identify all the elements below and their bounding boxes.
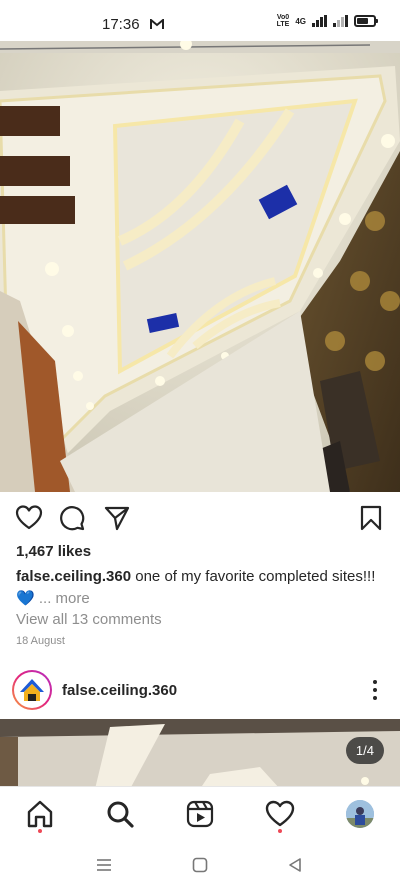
send-icon[interactable] [103,504,131,532]
post-date: 18 August [16,635,65,647]
profile-avatar[interactable] [346,800,374,828]
caption-username[interactable]: false.ceiling.360 [16,568,131,585]
post-caption[interactable]: false.ceiling.360 one of my favorite com… [16,566,392,610]
home-button-icon[interactable] [192,857,208,873]
caption-text: one of my favorite completed sites!!! [135,568,376,585]
carousel-page-indicator: 1/4 [345,737,384,764]
search-icon[interactable] [105,799,135,829]
back-icon[interactable] [287,857,303,873]
notification-app-icon [149,19,164,29]
status-indicators: Vo0 LTE 4G [276,14,378,28]
activity-heart-icon[interactable] [265,799,295,829]
view-comments-link[interactable]: View all 13 comments [16,611,162,628]
volte-indicator: Vo0 LTE [276,14,290,28]
bottom-nav [0,786,400,844]
status-time: 17:36 [102,16,140,33]
status-left: 17:36 [102,16,164,33]
signal-strength-icon-2 [333,15,348,27]
ceiling-photo-2 [0,719,400,789]
activity-notification-dot [278,829,282,833]
post-image[interactable] [0,41,400,492]
like-count[interactable]: 1,467 likes [16,543,91,560]
network-type-label: 4G [295,16,306,26]
battery-fill [357,18,369,24]
recent-apps-icon[interactable] [96,858,112,872]
heart-icon[interactable] [15,504,43,532]
more-link[interactable]: ... more [39,590,90,607]
home-notification-dot [38,829,42,833]
brand-logo-icon [16,674,48,706]
post-actions [0,500,400,534]
system-nav-bar [0,844,400,889]
battery-icon [354,15,378,27]
next-post-image[interactable]: 1/4 [0,719,400,789]
next-post-username[interactable]: false.ceiling.360 [62,682,177,699]
story-ring[interactable] [12,670,52,710]
reels-icon[interactable] [185,799,215,829]
comment-icon[interactable] [58,504,86,532]
next-post-header: false.ceiling.360 [0,666,400,716]
ceiling-photo [0,41,400,492]
home-icon[interactable] [25,799,55,829]
status-bar: 17:36 Vo0 LTE 4G [0,0,400,44]
bookmark-icon[interactable] [357,504,385,532]
blue-heart-emoji: 💙 [16,590,35,607]
signal-strength-icon [312,15,327,27]
avatar [16,674,48,706]
profile-photo [346,800,374,828]
more-options-icon[interactable] [372,680,378,700]
